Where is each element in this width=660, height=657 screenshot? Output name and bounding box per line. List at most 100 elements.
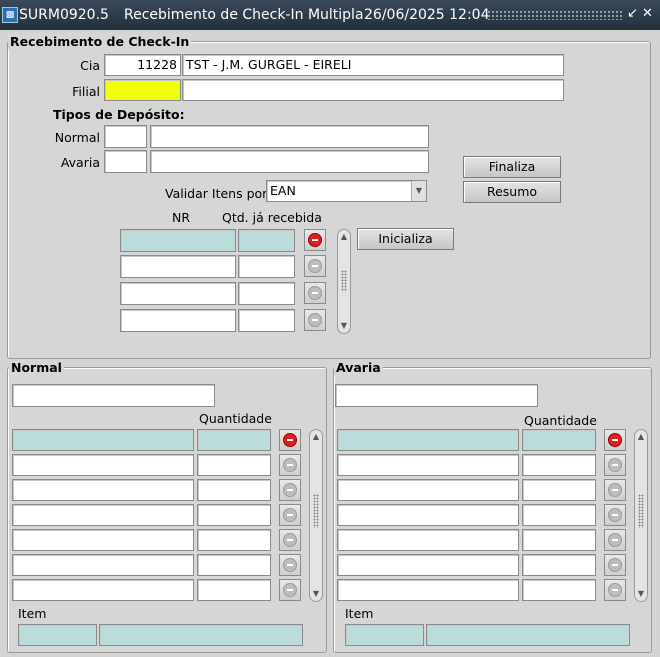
normal-label: Normal [54, 130, 100, 145]
normal-item-cell[interactable] [12, 504, 194, 526]
avaria-qty-cell[interactable] [522, 529, 596, 551]
avaria-qty-cell[interactable] [522, 504, 596, 526]
avaria-item-desc-field[interactable] [426, 624, 630, 646]
avaria-qty-cell[interactable] [522, 479, 596, 501]
normal-qty-cell[interactable] [197, 479, 271, 501]
scroll-down-icon[interactable]: ▼ [636, 589, 646, 599]
remove-row-button[interactable] [604, 529, 626, 551]
finaliza-button[interactable]: Finaliza [463, 156, 561, 178]
avaria-item-cell[interactable] [337, 479, 519, 501]
title-bar: ▩ SURM0920.5 Recebimento de Check-In Mul… [0, 0, 660, 30]
remove-row-button[interactable] [279, 529, 301, 551]
remove-row-button[interactable] [304, 229, 326, 251]
cia-code-field[interactable]: 11228 [104, 54, 181, 76]
qtd-cell[interactable] [238, 229, 295, 252]
avaria-item-code-field[interactable] [345, 624, 424, 646]
avaria-item-cell[interactable] [337, 529, 519, 551]
inicializa-button[interactable]: Inicializa [357, 228, 454, 250]
avaria-item-cell[interactable] [337, 429, 519, 451]
normal-item-cell[interactable] [12, 479, 194, 501]
qtd-cell[interactable] [238, 255, 295, 278]
remove-row-button[interactable] [279, 504, 301, 526]
remove-icon [608, 508, 622, 522]
window-datetime: 26/06/2025 12:04 [364, 7, 490, 23]
qtd-cell[interactable] [238, 282, 295, 305]
remove-icon [308, 233, 322, 247]
remove-row-button[interactable] [604, 554, 626, 576]
avaria-item-cell[interactable] [337, 504, 519, 526]
remove-row-button[interactable] [604, 454, 626, 476]
avaria-qty-cell[interactable] [522, 454, 596, 476]
minimize-icon[interactable]: ↙ [627, 6, 638, 21]
normal-item-cell[interactable] [12, 429, 194, 451]
nr-cell[interactable] [120, 282, 236, 305]
normal-top-field[interactable] [12, 384, 215, 407]
normal-qty-cell[interactable] [197, 454, 271, 476]
normal-item-cell[interactable] [12, 554, 194, 576]
avaria-top-field[interactable] [335, 384, 538, 407]
normal-frame-label: Normal [9, 360, 64, 375]
remove-row-button[interactable] [304, 282, 326, 304]
scroll-up-icon[interactable]: ▲ [636, 432, 646, 442]
title-grip [487, 10, 623, 20]
close-icon[interactable]: ✕ [642, 6, 653, 21]
filial-name-field[interactable] [182, 79, 564, 101]
resumo-button-label: Resumo [486, 184, 538, 199]
avaria-code-field[interactable] [104, 150, 147, 173]
qtd-cell[interactable] [238, 309, 295, 332]
scroll-thumb[interactable] [638, 494, 644, 528]
normal-qty-cell[interactable] [197, 429, 271, 451]
scroll-down-icon[interactable]: ▼ [311, 589, 321, 599]
avaria-qty-cell[interactable] [522, 579, 596, 601]
resumo-button[interactable]: Resumo [463, 181, 561, 203]
validar-itens-label: Validar Itens por: [165, 186, 272, 201]
scroll-thumb[interactable] [313, 494, 319, 528]
scroll-thumb[interactable] [341, 270, 347, 292]
normal-item-desc-field[interactable] [99, 624, 303, 646]
tipos-deposito-label: Tipos de Depósito: [53, 107, 185, 122]
normal-qty-cell[interactable] [197, 504, 271, 526]
avaria-item-cell[interactable] [337, 454, 519, 476]
avaria-scrollbar[interactable]: ▲ ▼ [634, 429, 648, 602]
normal-qty-cell[interactable] [197, 579, 271, 601]
normal-item-cell[interactable] [12, 454, 194, 476]
remove-row-button[interactable] [304, 309, 326, 331]
remove-icon [608, 458, 622, 472]
scroll-up-icon[interactable]: ▲ [311, 432, 321, 442]
avaria-qty-cell[interactable] [522, 554, 596, 576]
normal-scrollbar[interactable]: ▲ ▼ [309, 429, 323, 602]
nr-cell[interactable] [120, 229, 236, 252]
remove-row-button[interactable] [604, 579, 626, 601]
remove-icon [283, 433, 297, 447]
normal-code-field[interactable] [104, 125, 147, 148]
filial-code-field[interactable] [104, 79, 181, 101]
remove-row-button[interactable] [304, 255, 326, 277]
normal-name-field[interactable] [150, 125, 429, 148]
remove-row-button[interactable] [279, 454, 301, 476]
avaria-item-cell[interactable] [337, 554, 519, 576]
remove-row-button[interactable] [604, 504, 626, 526]
remove-row-button[interactable] [279, 554, 301, 576]
chevron-down-icon[interactable]: ▼ [411, 181, 426, 201]
normal-qty-cell[interactable] [197, 554, 271, 576]
normal-item-cell[interactable] [12, 529, 194, 551]
nr-cell[interactable] [120, 255, 236, 278]
avaria-item-cell[interactable] [337, 579, 519, 601]
avaria-name-field[interactable] [150, 150, 429, 173]
scroll-down-icon[interactable]: ▼ [339, 321, 349, 331]
normal-item-code-field[interactable] [18, 624, 97, 646]
avaria-label: Avaria [60, 155, 100, 170]
remove-row-button[interactable] [604, 479, 626, 501]
normal-item-cell[interactable] [12, 579, 194, 601]
cia-name-field[interactable]: TST - J.M. GURGEL - EIRELI [182, 54, 564, 76]
scroll-up-icon[interactable]: ▲ [339, 232, 349, 242]
remove-row-button[interactable] [279, 429, 301, 451]
remove-row-button[interactable] [604, 429, 626, 451]
remove-row-button[interactable] [279, 479, 301, 501]
validar-itens-select[interactable]: EAN ▼ [266, 180, 427, 202]
avaria-qty-cell[interactable] [522, 429, 596, 451]
normal-qty-cell[interactable] [197, 529, 271, 551]
remove-row-button[interactable] [279, 579, 301, 601]
nr-scrollbar[interactable]: ▲ ▼ [337, 229, 351, 334]
nr-cell[interactable] [120, 309, 236, 332]
